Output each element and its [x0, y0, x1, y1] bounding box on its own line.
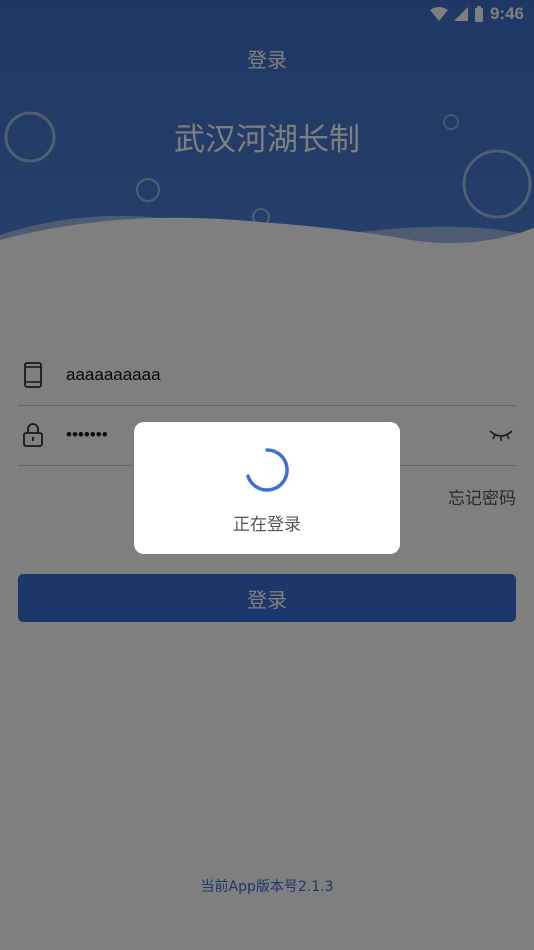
loading-message: 正在登录: [233, 515, 301, 535]
loading-dialog: 正在登录: [134, 422, 400, 554]
spinner-icon: [246, 448, 289, 492]
